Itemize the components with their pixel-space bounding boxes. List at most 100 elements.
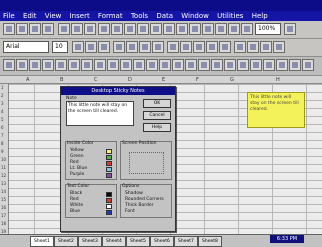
utility-icon-13[interactable] — [159, 59, 171, 71]
tab-sheet4[interactable]: Sheet4 — [102, 236, 126, 247]
row-8[interactable]: 8 — [1, 141, 4, 146]
function-icon[interactable] — [202, 23, 214, 35]
tab-sheet3[interactable]: Sheet3 — [78, 236, 102, 247]
option-font[interactable]: Font — [125, 208, 135, 215]
utility-icon-10[interactable] — [120, 59, 132, 71]
row-4[interactable]: 4 — [1, 109, 4, 114]
column-a[interactable]: A — [26, 77, 29, 83]
menu-tools[interactable]: Tools — [128, 11, 151, 21]
utility-icon-18[interactable] — [224, 59, 236, 71]
tab-sheet5[interactable]: Sheet5 — [126, 236, 150, 247]
menu-format[interactable]: Format — [95, 11, 126, 21]
fill-color-icon[interactable] — [247, 41, 259, 53]
underline-icon[interactable] — [98, 41, 110, 53]
comma-icon[interactable] — [193, 41, 205, 53]
utility-icon-6[interactable] — [68, 59, 80, 71]
menu-help[interactable]: Help — [249, 11, 271, 21]
sticky-note[interactable]: This little note will stay on the screen… — [247, 92, 305, 128]
redo-icon[interactable] — [111, 23, 123, 35]
menu-file[interactable]: File — [0, 11, 18, 21]
decimal-inc-icon[interactable] — [206, 41, 218, 53]
utility-icon-16[interactable] — [198, 59, 210, 71]
copy-icon[interactable] — [71, 23, 83, 35]
open-icon[interactable] — [16, 23, 28, 35]
utility-icon-19[interactable] — [237, 59, 249, 71]
picture-icon[interactable] — [228, 23, 240, 35]
column-d[interactable]: D — [128, 77, 132, 83]
tipwizard-icon[interactable] — [241, 23, 253, 35]
font-color-icon[interactable] — [260, 41, 272, 53]
utility-icon-3[interactable] — [29, 59, 41, 71]
decimal-dec-icon[interactable] — [219, 41, 231, 53]
row-17[interactable]: 17 — [1, 213, 6, 218]
drawing-icon[interactable] — [189, 23, 201, 35]
paste-icon[interactable] — [84, 23, 96, 35]
currency-icon[interactable] — [167, 41, 179, 53]
map-icon[interactable] — [176, 23, 188, 35]
ok-button[interactable]: OK — [143, 99, 171, 108]
row-15[interactable]: 15 — [1, 197, 6, 202]
utility-icon-21[interactable] — [263, 59, 275, 71]
column-e[interactable]: E — [162, 77, 165, 83]
menu-insert[interactable]: Insert — [67, 11, 93, 21]
tab-sheet2[interactable]: Sheet2 — [54, 236, 78, 247]
sort-desc-icon[interactable] — [150, 23, 162, 35]
utility-icon-17[interactable] — [211, 59, 223, 71]
inside-color-purple[interactable]: Purple — [70, 171, 84, 178]
utility-icon-2[interactable] — [16, 59, 28, 71]
chart-wizard-icon[interactable] — [163, 23, 175, 35]
cancel-button[interactable]: Cancel — [143, 111, 171, 120]
row-5[interactable]: 5 — [1, 117, 4, 122]
utility-icon-24[interactable] — [302, 59, 314, 71]
row-13[interactable]: 13 — [1, 181, 6, 186]
column-h[interactable]: H — [276, 77, 280, 83]
menu-utilities[interactable]: Utilities — [214, 11, 246, 21]
new-icon[interactable] — [3, 23, 15, 35]
sort-asc-icon[interactable] — [137, 23, 149, 35]
tab-sheet8[interactable]: Sheet8 — [198, 236, 222, 247]
italic-icon[interactable] — [85, 41, 97, 53]
utility-icon-20[interactable] — [250, 59, 262, 71]
utility-icon-12[interactable] — [146, 59, 158, 71]
tab-sheet7[interactable]: Sheet7 — [174, 236, 198, 247]
save-icon[interactable] — [29, 23, 41, 35]
cut-icon[interactable] — [58, 23, 70, 35]
column-b[interactable]: B — [60, 77, 63, 83]
font-name-box[interactable]: Arial — [3, 41, 49, 53]
align-left-icon[interactable] — [113, 41, 125, 53]
row-3[interactable]: 3 — [1, 101, 4, 106]
row-9[interactable]: 9 — [1, 149, 4, 154]
textbox-icon[interactable] — [215, 23, 227, 35]
utility-icon-8[interactable] — [94, 59, 106, 71]
row-14[interactable]: 14 — [1, 189, 6, 194]
utility-icon-7[interactable] — [81, 59, 93, 71]
utility-icon-4[interactable] — [42, 59, 54, 71]
column-g[interactable]: G — [230, 77, 234, 83]
row-1[interactable]: 1 — [1, 85, 4, 90]
text-color-blue[interactable]: Blue — [70, 208, 80, 215]
row-12[interactable]: 12 — [1, 173, 6, 178]
position-grid[interactable] — [129, 152, 164, 174]
row-16[interactable]: 16 — [1, 205, 6, 210]
help-icon[interactable] — [284, 23, 296, 35]
utility-icon-15[interactable] — [185, 59, 197, 71]
utility-icon-22[interactable] — [276, 59, 288, 71]
menu-view[interactable]: View — [42, 11, 65, 21]
tab-sheet6[interactable]: Sheet6 — [150, 236, 174, 247]
row-10[interactable]: 10 — [1, 157, 6, 162]
utility-icon-1[interactable] — [3, 59, 15, 71]
menu-data[interactable]: Data — [153, 11, 176, 21]
utility-icon-9[interactable] — [107, 59, 119, 71]
help-button[interactable]: Help — [143, 123, 171, 132]
utility-icon-14[interactable] — [172, 59, 184, 71]
row-11[interactable]: 11 — [1, 165, 6, 170]
row-7[interactable]: 7 — [1, 133, 4, 138]
align-right-icon[interactable] — [139, 41, 151, 53]
merge-center-icon[interactable] — [152, 41, 164, 53]
column-f[interactable]: F — [196, 77, 199, 83]
format-painter-icon[interactable] — [273, 41, 285, 53]
tab-sheet1[interactable]: Sheet1 — [30, 236, 54, 247]
print-icon[interactable] — [42, 23, 54, 35]
zoom-box[interactable]: 100% — [255, 23, 281, 35]
row-18[interactable]: 18 — [1, 221, 6, 226]
